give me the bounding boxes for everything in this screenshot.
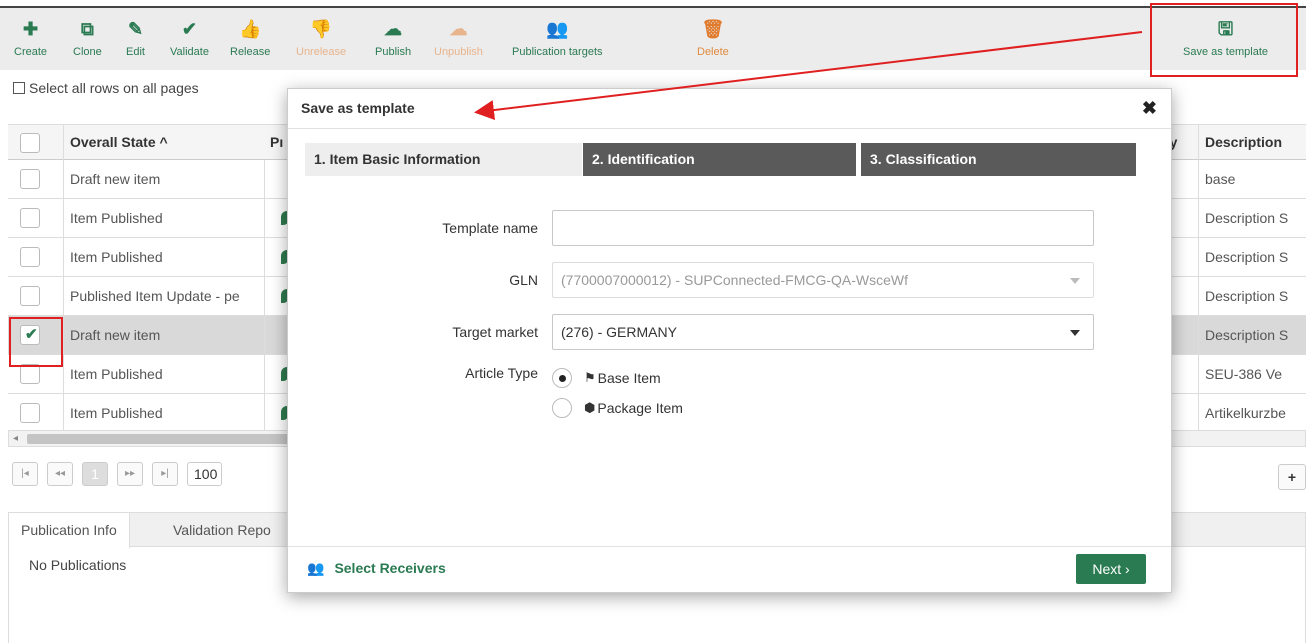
next-page-button[interactable]: ▸▸ [117,462,143,486]
pencil-icon: ✎ [127,19,144,39]
unpublish-button[interactable]: ☁ Unpublish [434,18,483,58]
row-checkbox[interactable] [20,364,40,384]
cell-description: Description S [1198,277,1306,316]
create-button[interactable]: ✚ Create [14,18,47,58]
row-checkbox[interactable] [20,247,40,267]
cell-overall-state: Item Published [63,394,263,433]
toolbar: ✚ Create ⧉ Clone ✎ Edit ✔ Validate 👍 Rel… [0,6,1306,70]
template-name-input[interactable] [552,210,1094,246]
users-icon: 👥 [307,560,325,576]
cell-overall-state: Draft new item [63,316,263,355]
cell-description: base [1198,160,1306,199]
row-checkbox[interactable] [20,208,40,228]
clone-button[interactable]: ⧉ Clone [73,18,102,58]
target-market-row: Target market (276) - GERMANY [288,314,1173,350]
add-icon[interactable]: + [1278,464,1306,490]
column-overall-state[interactable]: Overall State ^ [63,125,268,161]
select-all-checkbox[interactable] [13,82,25,94]
highlight-box-selected-row [9,317,63,367]
select-all-rows[interactable]: Select all rows on all pages [13,80,199,96]
row-checkbox[interactable] [20,169,40,189]
first-page-button[interactable]: |◂ [12,462,38,486]
chevron-down-icon [1070,330,1080,336]
cell-overall-state: Item Published [63,238,263,277]
target-market-label: Target market [452,324,538,340]
cloud-download-icon: ☁ [449,19,468,39]
highlight-box-save-template [1150,3,1298,77]
cell-publication-status [264,394,289,433]
release-button[interactable]: 👍 Release [230,18,270,58]
step-identification[interactable]: 2. Identification [583,143,856,176]
article-type-label: Article Type [465,365,538,381]
template-name-row: Template name [288,210,1173,246]
cell-publication-status [264,277,289,316]
column-p[interactable]: Pı [270,125,283,161]
cell-overall-state: Item Published [63,355,263,394]
article-type-row: Article Type [288,361,1173,397]
chevron-down-icon [1070,278,1080,284]
cell-publication-status [264,355,289,394]
flag-icon: ⚑ [584,370,596,385]
cell-description: Description S [1198,199,1306,238]
publication-targets-button[interactable]: 👥 Publication targets [512,18,603,58]
cell-publication-status [264,160,286,199]
tab-validation-report[interactable]: Validation Repo [161,513,283,547]
current-page[interactable]: 1 [82,462,108,486]
cell-description: Artikelkurzbe [1198,394,1306,433]
radio-package-item[interactable] [552,398,572,418]
target-market-select[interactable]: (276) - GERMANY [552,314,1094,350]
step-classification[interactable]: 3. Classification [861,143,1136,176]
delete-button[interactable]: 🗑 Delete [697,18,729,58]
row-checkbox[interactable] [20,403,40,423]
save-as-template-dialog: Save as template ✖ 1. Item Basic Informa… [287,88,1172,593]
unrelease-button[interactable]: 👎 Unrelease [296,18,346,58]
wizard-steps: 1. Item Basic Information 2. Identificat… [305,143,1136,176]
article-option-base-item[interactable]: ⚑ Base Item [552,366,661,390]
trash-icon: 🗑 [701,19,725,39]
prev-page-button[interactable]: ◂◂ [47,462,73,486]
header-checkbox[interactable] [20,133,40,153]
scroll-left-icon[interactable]: ◂ [13,431,18,446]
cell-overall-state: Item Published [63,199,263,238]
article-option-package-item[interactable]: ⬢ Package Item [552,396,683,420]
step-item-basic-information[interactable]: 1. Item Basic Information [305,143,582,176]
clone-icon: ⧉ [80,19,94,39]
cell-publication-status [264,238,289,277]
dialog-footer: 👥 Select Receivers Next › [288,546,1171,592]
edit-button[interactable]: ✎ Edit [126,18,145,58]
cell-description: SEU-386 Ve [1198,355,1306,394]
gln-select[interactable]: (7700007000012) - SUPConnected-FMCG-QA-W… [552,262,1094,298]
cell-overall-state: Published Item Update - pe [63,277,263,316]
plus-icon: ✚ [22,19,39,39]
next-button[interactable]: Next › [1076,554,1146,584]
cell-description: Description S [1198,316,1306,355]
package-icon: ⬢ [584,400,596,415]
cell-description: Description S [1198,238,1306,277]
thumbs-up-icon: 👍 [238,19,262,39]
checkmark-icon: ✔ [181,19,198,39]
cloud-upload-icon: ☁ [384,19,403,39]
radio-base-item[interactable] [552,368,572,388]
gln-row: GLN (7700007000012) - SUPConnected-FMCG-… [288,262,1173,298]
last-page-button[interactable]: ▸| [152,462,178,486]
gln-label: GLN [509,272,538,288]
template-name-label: Template name [442,220,538,236]
publish-button[interactable]: ☁ Publish [375,18,411,58]
column-description[interactable]: Description [1198,125,1306,161]
page-size-select[interactable]: 100 [187,462,223,486]
pager: |◂ ◂◂ 1 ▸▸ ▸| 100 [12,462,223,488]
cell-publication-status [264,316,286,355]
dialog-header: Save as template ✖ [288,89,1171,129]
validate-button[interactable]: ✔ Validate [170,18,209,58]
close-icon[interactable]: ✖ [1142,98,1157,119]
users-icon: 👥 [546,19,569,39]
row-checkbox[interactable] [20,286,40,306]
dialog-title: Save as template [301,100,415,116]
no-publications-text: No Publications [29,557,127,573]
cell-publication-status [264,199,289,238]
tab-publication-info[interactable]: Publication Info [9,513,130,548]
select-receivers-button[interactable]: 👥 Select Receivers [307,560,446,577]
cell-overall-state: Draft new item [63,160,263,199]
thumbs-down-icon: 👎 [309,19,333,39]
